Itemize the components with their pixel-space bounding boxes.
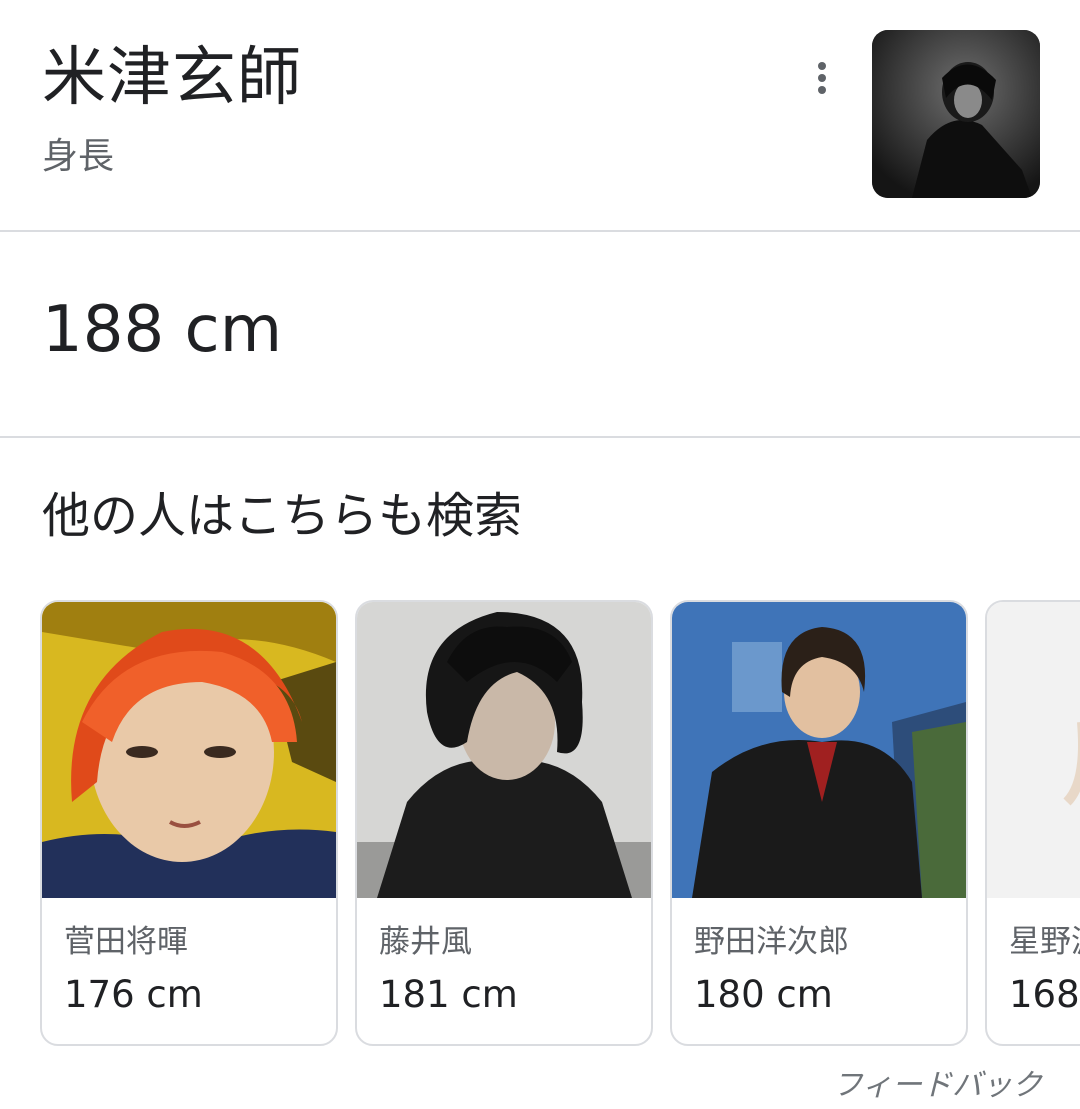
more-vert-icon: [818, 62, 826, 70]
person-name: 星野源: [1009, 924, 1080, 960]
related-card[interactable]: 星野源 168 cm: [985, 600, 1080, 1046]
related-carousel[interactable]: 菅田将暉 176 cm 藤井風 181 cm 野田洋次郎 180 cm 星野 1…: [0, 600, 1080, 1046]
person-photo: [357, 602, 651, 898]
more-options-button[interactable]: [796, 52, 848, 104]
person-name: 藤井風: [379, 924, 472, 960]
person-name: 菅田将暉: [64, 924, 188, 960]
entity-title: 米津玄師: [42, 41, 302, 115]
person-name: 野田洋次郎: [694, 924, 849, 960]
knowledge-panel: 米津玄師 身長 188 cm 他の人はこちらも検索 菅田将暉 176 cm 藤井…: [0, 0, 1080, 1109]
person-height: 176 cm: [64, 973, 203, 1016]
related-searches-title: 他の人はこちらも検索: [42, 488, 523, 544]
entity-thumbnail[interactable]: [872, 30, 1040, 198]
related-card[interactable]: 野田洋次郎 180 cm: [670, 600, 968, 1046]
feedback-link[interactable]: フィードバック: [833, 1066, 1042, 1106]
person-photo: [672, 602, 966, 898]
portrait-photo: [872, 30, 1040, 198]
person-height: 180 cm: [694, 973, 833, 1016]
attribute-label: 身長: [42, 136, 115, 177]
related-card[interactable]: 菅田将暉 176 cm: [40, 600, 338, 1046]
answer-value: 188 cm: [42, 293, 283, 367]
person-height: 168 cm: [1009, 973, 1080, 1016]
person-height: 181 cm: [379, 973, 518, 1016]
divider: [0, 230, 1080, 232]
panel-header: 米津玄師 身長: [0, 0, 1080, 231]
person-photo: [987, 602, 1080, 898]
related-card[interactable]: 藤井風 181 cm: [355, 600, 653, 1046]
person-photo: [42, 602, 336, 898]
divider: [0, 436, 1080, 438]
